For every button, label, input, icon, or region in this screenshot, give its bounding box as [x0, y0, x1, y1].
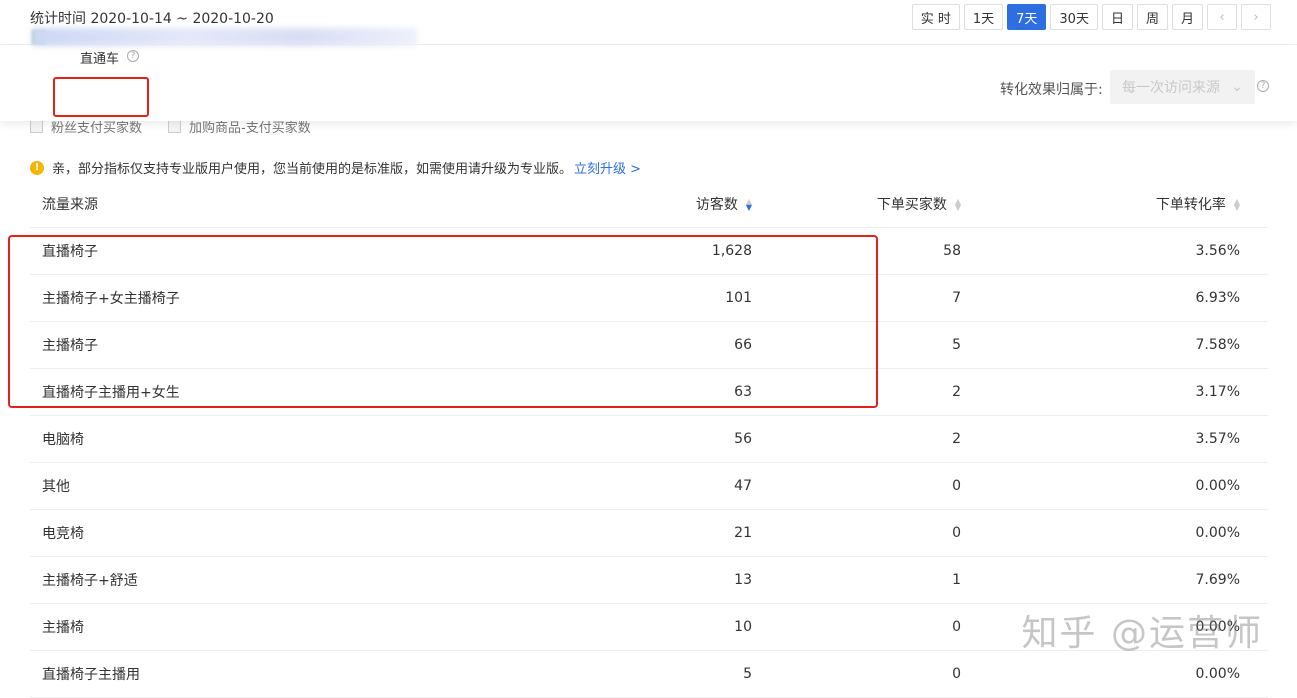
table-row: 电脑椅 56 2 3.57%	[30, 415, 1268, 463]
cell-rate: 0.00%	[979, 650, 1268, 698]
cell-source: 主播椅	[30, 603, 551, 651]
period-week-button[interactable]: 周	[1136, 4, 1168, 30]
table-row: 直播椅子 1,628 58 3.56%	[30, 227, 1268, 275]
column-visitors-label: 访客数	[695, 197, 738, 213]
cell-rate: 0.00%	[979, 462, 1268, 510]
table-row: 主播椅子+女主播椅子 101 7 6.93%	[30, 274, 1268, 322]
period-realtime-button[interactable]: 实 时	[911, 4, 960, 30]
checkbox-box	[30, 120, 43, 133]
channel-label[interactable]: 直通车	[80, 48, 119, 67]
sort-icon[interactable]: ▲ ▼	[1234, 198, 1240, 212]
chevron-down-icon: ⌄	[1231, 79, 1243, 95]
cell-buyers: 58	[770, 227, 979, 275]
cell-visitors: 47	[551, 462, 770, 510]
cell-rate: 0.00%	[979, 509, 1268, 557]
table-row: 主播椅子+舒适 13 1 7.69%	[30, 556, 1268, 604]
chevron-left-icon: ‹	[1219, 9, 1225, 25]
upgrade-link[interactable]: 立刻升级 >	[574, 162, 641, 177]
column-visitors[interactable]: 访客数 ▲ ▼	[551, 181, 770, 228]
help-icon[interactable]: ?	[127, 50, 139, 62]
cell-rate: 3.57%	[979, 415, 1268, 463]
cell-source: 主播椅子+舒适	[30, 556, 551, 604]
period-month-button[interactable]: 月	[1171, 4, 1203, 30]
watermark: 知乎 @运营师	[1021, 613, 1263, 654]
warning-icon: !	[30, 160, 44, 175]
column-rate-label: 下单转化率	[1155, 197, 1226, 213]
cell-rate: 3.17%	[979, 368, 1268, 416]
cell-buyers: 0	[770, 462, 979, 510]
upgrade-notice: ! 亲，部分指标仅支持专业版用户使用，您当前使用的是标准版，如需使用请升级为专业…	[30, 158, 641, 177]
cell-buyers: 0	[770, 650, 979, 698]
date-range: 统计时间 2020-10-14 ~ 2020-10-20	[30, 11, 274, 27]
cell-visitors: 13	[551, 556, 770, 604]
cell-source: 直播椅子	[30, 227, 551, 275]
cell-rate: 7.69%	[979, 556, 1268, 604]
chevron-right-icon: ›	[1253, 9, 1259, 25]
cell-buyers: 1	[770, 556, 979, 604]
cell-buyers: 7	[770, 274, 979, 322]
cell-source: 直播椅子主播用	[30, 650, 551, 698]
next-button[interactable]: ›	[1241, 4, 1271, 30]
cell-buyers: 0	[770, 509, 979, 557]
cell-visitors: 1,628	[551, 227, 770, 275]
period-7day-button[interactable]: 7天	[1007, 4, 1047, 30]
cell-visitors: 10	[551, 603, 770, 651]
column-source: 流量来源	[30, 181, 551, 228]
period-selector: 实 时 1天 7天 30天 日 周 月 ‹ ›	[911, 4, 1271, 30]
table-row: 直播椅子主播用 5 0 0.00%	[30, 650, 1268, 698]
table-row: 电竞椅 21 0 0.00%	[30, 509, 1268, 557]
cell-rate: 6.93%	[979, 274, 1268, 322]
cell-visitors: 63	[551, 368, 770, 416]
checkbox-box	[168, 120, 182, 133]
period-1day-button[interactable]: 1天	[963, 4, 1004, 30]
cell-source: 其他	[30, 462, 551, 510]
period-day-button[interactable]: 日	[1101, 4, 1133, 30]
table-row: 直播椅子主播用+女生 63 2 3.17%	[30, 368, 1268, 416]
blurred-content	[32, 28, 417, 46]
column-buyers-label: 下单买家数	[876, 197, 947, 213]
cell-visitors: 66	[551, 321, 770, 369]
table-row: 其他 47 0 0.00%	[30, 462, 1268, 510]
table-row: 主播椅子 66 5 7.58%	[30, 321, 1268, 369]
cell-visitors: 56	[551, 415, 770, 463]
table-header-row: 流量来源 访客数 ▲ ▼ 下单买家数 ▲ ▼ 下单转化率 ▲ ▼	[30, 181, 1268, 228]
attribution-select-value: 每一次访问来源	[1122, 80, 1220, 96]
cell-visitors: 5	[551, 650, 770, 698]
cell-visitors: 21	[551, 509, 770, 557]
sort-icon[interactable]: ▲ ▼	[955, 198, 961, 212]
cell-source: 直播椅子主播用+女生	[30, 368, 551, 416]
cell-source: 主播椅子+女主播椅子	[30, 274, 551, 322]
cell-buyers: 2	[770, 368, 979, 416]
notice-text: 亲，部分指标仅支持专业版用户使用，您当前使用的是标准版，如需使用请升级为专业版。	[52, 162, 573, 177]
sort-icon[interactable]: ▲ ▼	[746, 198, 752, 212]
cell-buyers: 0	[770, 603, 979, 651]
cell-buyers: 2	[770, 415, 979, 463]
cell-visitors: 101	[551, 274, 770, 322]
column-rate[interactable]: 下单转化率 ▲ ▼	[979, 181, 1268, 228]
cell-buyers: 5	[770, 321, 979, 369]
period-30day-button[interactable]: 30天	[1050, 4, 1098, 30]
column-buyers[interactable]: 下单买家数 ▲ ▼	[770, 181, 979, 228]
attribution-help-icon[interactable]: ?	[1257, 80, 1269, 92]
cell-rate: 3.56%	[979, 227, 1268, 275]
attribution-select[interactable]: 每一次访问来源 ⌄	[1110, 70, 1255, 104]
attribution-label: 转化效果归属于:	[1000, 82, 1103, 98]
prev-button[interactable]: ‹	[1207, 4, 1237, 30]
cell-source: 主播椅子	[30, 321, 551, 369]
highlight-box-channel	[53, 77, 149, 117]
cell-source: 电脑椅	[30, 415, 551, 463]
cell-rate: 7.58%	[979, 321, 1268, 369]
cell-source: 电竞椅	[30, 509, 551, 557]
